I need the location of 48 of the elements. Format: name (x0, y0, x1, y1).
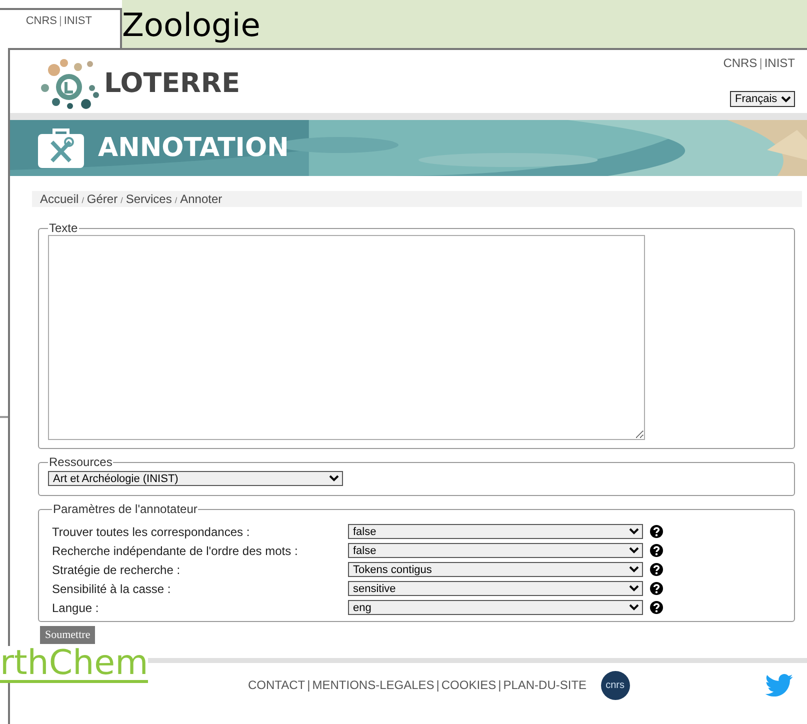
parameter-label: Trouver toutes les correspondances : (52, 524, 251, 538)
separator: / (82, 196, 84, 205)
parameter-label: Sensibilité à la casse : (52, 582, 172, 596)
bird-icon[interactable] (765, 674, 793, 696)
breadcrumb-link[interactable]: Annoter (180, 192, 222, 206)
link[interactable]: INIST (764, 56, 795, 70)
separator: | (307, 678, 310, 692)
separator: | (436, 678, 440, 692)
parameter-label: Stratégie de recherche : (52, 562, 182, 576)
parameter-label: Langue : (52, 600, 100, 614)
separator: / (120, 196, 123, 205)
help-icon[interactable] (650, 582, 663, 595)
breadcrumb-link[interactable]: Accueil (40, 192, 79, 206)
separator: | (498, 678, 502, 692)
page-heading: Zoologie (122, 6, 260, 44)
help-icon[interactable] (650, 563, 663, 576)
footer-link[interactable]: COOKIES (441, 678, 496, 692)
link[interactable]: INIST (64, 15, 92, 27)
breadcrumb-link[interactable]: Services (126, 192, 172, 206)
resource-dropdown[interactable]: Art et Archéologie (INIST) (48, 471, 343, 486)
link[interactable]: CNRS (723, 56, 758, 70)
submit-button[interactable]: Soumettre (40, 626, 96, 644)
toolbox-icon (38, 128, 84, 168)
help-icon[interactable] (650, 525, 663, 538)
footer-link[interactable]: PLAN-DU-SITE (503, 678, 587, 692)
section-legend: Texte (48, 221, 79, 235)
parameter-dropdown[interactable]: false (348, 524, 643, 539)
section-legend: Paramètres de l'annotateur (52, 502, 198, 516)
logo-icon (40, 58, 102, 110)
separator: | (59, 15, 62, 27)
help-icon[interactable] (650, 544, 663, 557)
help-icon[interactable] (650, 601, 663, 614)
parameter-dropdown[interactable]: sensitive (348, 581, 643, 596)
parameter-label: Recherche indépendante de l'ordre des mots : (52, 544, 299, 558)
cnrs-logo[interactable]: cnrs (600, 670, 630, 700)
parameter-dropdown[interactable]: false (348, 543, 643, 558)
footer-link[interactable]: CONTACT (248, 678, 306, 692)
parameter-dropdown[interactable]: Tokens contigus (348, 562, 643, 577)
parameter-dropdown[interactable]: eng (348, 600, 643, 615)
language-dropdown[interactable]: Français (730, 91, 795, 107)
section-legend: Ressources (48, 455, 114, 469)
link[interactable]: CNRS (26, 15, 58, 27)
separator: / (174, 196, 178, 205)
logo-text: LOTERRE (104, 68, 240, 99)
breadcrumb-link[interactable]: Gérer (86, 192, 118, 206)
separator: | (759, 56, 762, 70)
footer-link[interactable]: MENTIONS-LEGALES (312, 678, 434, 692)
banner-title: ANNOTATION (98, 133, 289, 163)
